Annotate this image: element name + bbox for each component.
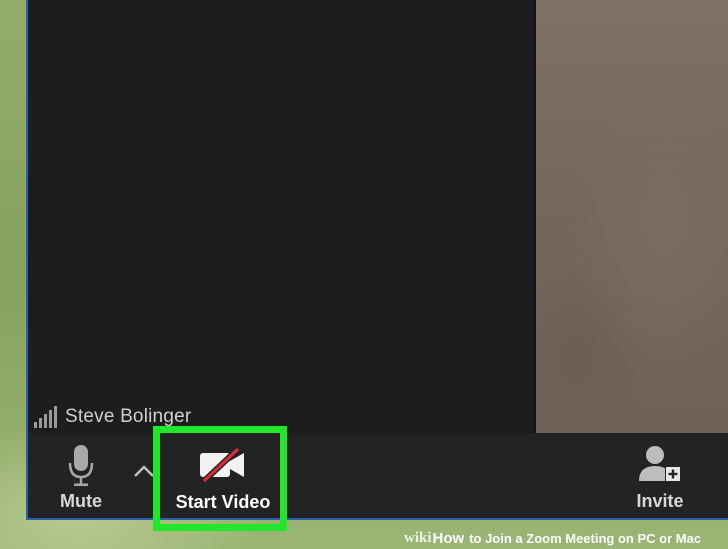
invite-label: Invite (636, 491, 684, 511)
signal-strength-icon (34, 406, 57, 428)
chevron-up-icon[interactable] (132, 461, 156, 481)
footer-article-title: to Join a Zoom Meeting on PC or Mac (469, 531, 702, 546)
wikihow-footer-banner: wiki How to Join a Zoom Meeting on PC or … (404, 528, 701, 549)
main-video-area: Steve Bolinger (28, 0, 534, 433)
video-off-icon (200, 447, 244, 483)
mute-label: Mute (60, 491, 102, 511)
zoom-meeting-window: Steve Bolinger Mute Start Video Invite (26, 0, 728, 520)
participant-name-tag: Steve Bolinger (34, 404, 191, 430)
invite-button[interactable]: Invite (616, 433, 704, 518)
footer-wiki-text: wiki (404, 530, 432, 546)
self-video-preview (534, 0, 728, 433)
meeting-toolbar: Mute Start Video Invite (28, 433, 728, 518)
microphone-icon (68, 445, 94, 486)
footer-how-text: How (432, 530, 465, 547)
start-video-button[interactable]: Start Video (165, 433, 281, 518)
participant-name: Steve Bolinger (65, 406, 192, 427)
mute-button[interactable]: Mute (36, 433, 126, 518)
add-participant-icon (639, 446, 681, 482)
start-video-label: Start Video (175, 492, 271, 512)
